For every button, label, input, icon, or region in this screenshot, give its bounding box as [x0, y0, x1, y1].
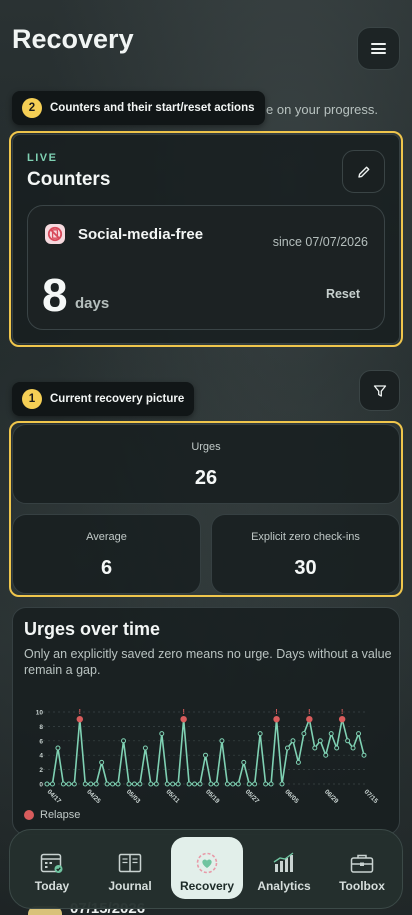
chart-description: Only an explicitly saved zero means no u… — [24, 647, 392, 677]
nav-label: Toolbox — [339, 879, 385, 893]
nav-label: Journal — [108, 879, 152, 893]
calendar-icon — [40, 853, 63, 873]
legend-label: Relapse — [40, 809, 81, 821]
counter-since: since 07/07/2026 — [272, 235, 368, 249]
filter-button[interactable] — [359, 370, 400, 411]
edit-counters-button[interactable] — [342, 150, 385, 193]
stat-average: Average 6 — [12, 514, 201, 594]
stat-urges: Urges 26 — [12, 424, 400, 504]
nav-today[interactable]: Today — [16, 837, 88, 899]
reset-button[interactable]: Reset — [326, 287, 360, 301]
nav-toolbox[interactable]: Toolbox — [326, 837, 398, 899]
chart-legend: Relapse — [24, 809, 80, 821]
live-label: LIVE — [27, 152, 58, 164]
stat-label: Average — [86, 531, 127, 543]
counters-title: Counters — [27, 169, 111, 190]
toolbox-icon — [350, 854, 374, 873]
hamburger-icon — [371, 43, 386, 54]
stat-value: 6 — [100, 557, 113, 579]
tip-number: 2 — [22, 98, 42, 118]
nav-label: Recovery — [179, 879, 235, 893]
nav-recovery[interactable]: Recovery — [171, 837, 243, 899]
chart-title: Urges over time — [24, 619, 161, 639]
tip-counters: 2 Counters and their start/reset actions — [12, 91, 265, 125]
stat-zero-checkins: Explicit zero check-ins 30 — [211, 514, 400, 594]
counter-name: Social-media-free — [78, 226, 204, 243]
tip-text: Current recovery picture — [50, 393, 185, 405]
bar-chart-icon — [273, 852, 294, 872]
page-subtitle: e on your progress. — [266, 102, 379, 117]
nav-journal[interactable]: Journal — [94, 837, 166, 899]
nav-analytics[interactable]: Analytics — [248, 837, 320, 899]
book-icon — [118, 853, 142, 873]
counter-item[interactable]: Social-media-free since 07/07/2026 8 day… — [27, 205, 385, 330]
filter-icon — [373, 384, 386, 397]
bottom-nav: Today Journal Recovery Analytics Toolbox — [9, 829, 403, 909]
stat-value: 26 — [194, 467, 218, 489]
counter-days-label: days — [75, 295, 110, 312]
stat-value: 30 — [294, 557, 317, 579]
nav-label: Today — [34, 879, 70, 893]
pencil-icon — [357, 166, 369, 178]
tip-number: 1 — [22, 389, 42, 409]
tip-text: Counters and their start/reset actions — [50, 102, 255, 114]
stat-label: Explicit zero check-ins — [251, 531, 360, 543]
chart-card — [12, 607, 400, 835]
nav-label: Analytics — [257, 879, 311, 893]
heart-circle-icon — [196, 852, 218, 874]
counter-days: 8 — [42, 269, 68, 321]
stat-label: Urges — [191, 441, 221, 453]
no-phone-icon — [45, 224, 65, 244]
relapse-legend-dot — [24, 810, 34, 820]
tip-picture: 1 Current recovery picture — [12, 382, 195, 416]
page-title: Recovery — [12, 24, 134, 54]
menu-button[interactable] — [357, 27, 400, 70]
